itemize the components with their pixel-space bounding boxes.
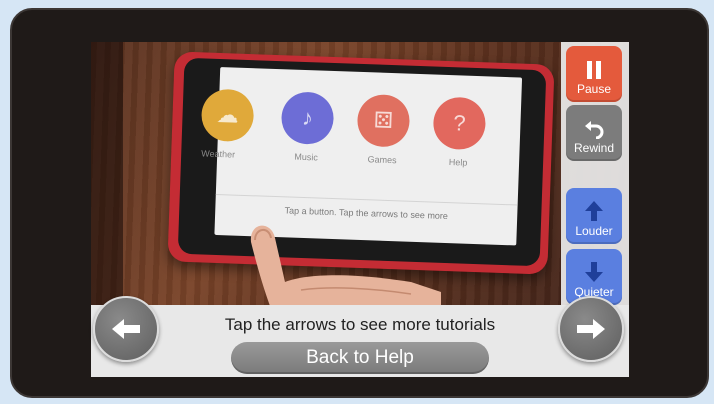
tablet-app-label: Weather [201, 148, 236, 160]
pause-icon [587, 61, 601, 79]
cloud-icon: ☁ [200, 88, 255, 143]
tablet-app-label: Help [448, 157, 468, 168]
tablet-app-label: Music [294, 151, 319, 163]
back-to-help-button[interactable]: Back to Help [231, 342, 489, 374]
rewind-label: Rewind [573, 141, 615, 155]
tablet-app-music: ♪ Music [275, 91, 339, 163]
tablet-app-label: Games [367, 154, 397, 166]
rewind-icon [585, 121, 604, 139]
tutorial-prompt: Tap the arrows to see more tutorials [224, 315, 496, 334]
tablet-app-help: ? Help [427, 96, 491, 168]
controls-strip: Pause Rewind Louder Quieter [561, 42, 629, 305]
louder-label: Louder [575, 224, 613, 238]
tablet-app-games: ⚄ Games [351, 93, 415, 166]
music-note-icon: ♪ [280, 91, 335, 145]
next-tutorial-button[interactable] [558, 296, 624, 362]
tablet-app-weather: ☁ Weather [195, 88, 259, 160]
louder-button[interactable]: Louder [566, 188, 622, 244]
arrow-down-icon [585, 262, 603, 282]
arrow-left-icon [112, 319, 140, 339]
arrow-up-icon [585, 201, 603, 221]
pause-label: Pause [576, 82, 612, 96]
question-icon: ? [432, 96, 487, 151]
previous-tutorial-button[interactable] [93, 296, 159, 362]
hand-image [250, 225, 441, 305]
rewind-button[interactable]: Rewind [566, 105, 622, 161]
screen: ☁ Weather ♪ Music ⚄ Games ? Help Tap a b… [91, 42, 629, 377]
pause-button[interactable]: Pause [566, 46, 622, 102]
dice-icon: ⚄ [356, 93, 411, 148]
tutorial-video[interactable]: ☁ Weather ♪ Music ⚄ Games ? Help Tap a b… [91, 42, 629, 305]
arrow-right-icon [577, 319, 605, 339]
bottom-bar: Tap the arrows to see more tutorials Bac… [91, 305, 629, 377]
